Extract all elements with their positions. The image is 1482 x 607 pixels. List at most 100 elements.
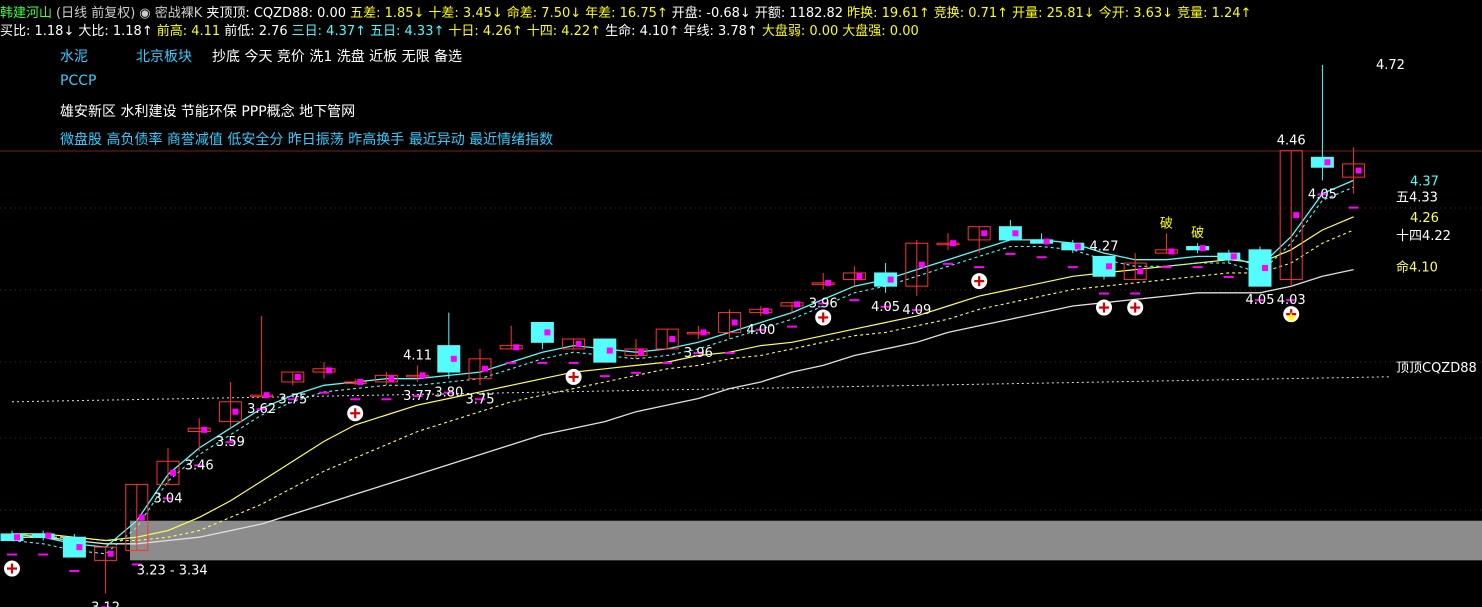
ma14-value-label: 十四4.22 [1396,229,1451,244]
price-label: 4.09 [902,303,931,318]
header-item: 五日: 4.33↑ [370,24,445,39]
header-item: ◉ 密战裸K [139,6,203,21]
ma10-value-label: 4.26 [1410,211,1439,226]
price-label: 破 [1160,216,1173,231]
candle-indicator-square [357,378,364,385]
price-label: 3.59 [216,435,245,450]
candle-indicator-square [981,230,988,237]
header-item: 五差: 1.85↓ [350,6,425,21]
ma5-line-series [11,186,1354,555]
header-item: 竞量: 1.24↑ [1177,6,1252,21]
candle-indicator-square [950,240,956,247]
price-label: 3.77 [403,389,432,404]
candle-indicator-square [76,544,83,551]
header-item: 命差: 7.50↓ [506,6,582,21]
header-item: 竞换: 0.71↑ [933,6,1009,21]
header-item: 韩建河山 [0,6,53,21]
header-item: 开量: 25.81↓ [1012,6,1095,21]
candle-indicator-square [14,534,20,541]
candle-indicator-square [326,367,332,374]
candle-indicator-square [513,344,520,351]
price-label: 3.80 [434,386,463,401]
attribute-tags-row: 微盘股 高负债率 商誉减值 低安全分 昨日振荡 昨高换手 最近异动 最近情绪指数 [60,132,554,148]
candle-indicator-square [1168,248,1175,255]
header-item: 三日: 4.37↑ [291,24,367,39]
indicator-header-line-2: 买比: 1.18↓ 大比: 1.18↑ 前高: 4.11 前低: 2.76 三日: 4.… [0,22,923,42]
concept-tag-pccp[interactable]: PCCP [60,73,96,89]
top-price-label: 4.72 [1376,58,1405,73]
ma3-value-label: 4.37 [1410,174,1439,189]
price-label: 4.05 [1308,187,1337,202]
candle-indicator-square [107,550,114,557]
header-item: 前低: 2.76 [224,24,288,39]
concept-tag-beijing[interactable]: 北京板块 [136,46,192,66]
candle-indicator-square [388,375,395,382]
price-label: 4.11 [403,348,432,363]
price-label: 4.00 [746,323,775,338]
candle-indicator-square [700,329,707,336]
candle-indicator-square [263,392,270,399]
candle-indicator-square [762,307,769,314]
candle-indicator-square [419,372,426,379]
candle-indicator-square [1137,268,1144,275]
candle-indicator-square [1262,264,1268,271]
ma10-line-series [12,216,1354,542]
candle-indicator-square [794,301,800,308]
header-item: 买比: 1.18↓ [0,24,75,39]
price-label: 3.23 - 3.34 [137,563,208,578]
candle-indicator-square [294,374,301,381]
price-label: 3.04 [154,491,183,506]
price-label: 4.03 [1277,293,1306,308]
candle-indicator-square [575,340,582,347]
gray-support-band [130,520,1482,561]
life-value-label: 命4.10 [1396,260,1438,276]
indicator-header-line-1: 韩建河山 (日线 前复权) ◉ 密战裸K 夹顶顶: CQZD88: 0.00 五差: 1… [0,4,1255,24]
candle-indicator-square [606,347,613,354]
candle-indicator-square [1106,263,1112,270]
header-item: 十差: 3.45↓ [428,6,503,21]
header-item: 今开: 3.63↓ [1098,6,1174,21]
header-item: 年线: 3.78↑ [683,24,758,39]
price-label: 3.96 [684,346,713,361]
cqzd88-label: 顶顶CQZD88 [1396,361,1477,376]
concept-tag-cement[interactable]: 水泥 [60,46,88,66]
candle-indicator-square [825,279,832,286]
price-label: 破 [1191,226,1204,241]
candle-indicator-square [482,365,488,372]
candle-indicator-square [1230,253,1237,260]
price-label: 4.27 [1090,239,1119,254]
candle-indicator-square [138,514,145,521]
header-item: 年差: 16.75↑ [585,6,668,21]
header-item: 十日: 4.26↑ [448,24,523,39]
ma14-line-series [12,229,1354,542]
candle-indicator-square [669,336,676,343]
header-item: 前高: 4.11 [156,24,221,39]
candle-indicator-square [887,276,894,283]
ma5-value-label: 五4.33 [1396,191,1438,206]
price-label: 3.75 [466,392,495,407]
price-label: 3.46 [185,458,214,473]
candle-indicator-square [1355,167,1362,174]
candle-indicator-square [201,426,208,433]
price-label: 4.46 [1277,134,1306,149]
life-line-series [12,268,1354,545]
candle-indicator-square [1043,238,1050,245]
candle-indicator-square [731,319,738,326]
header-item: 十四: 4.22↑ [526,24,602,39]
candlestick-chart-svg[interactable]: ★3.123.23 - 3.343.043.463.593.623.754.11… [0,0,1482,607]
header-item: 昨换: 19.61↑ [847,6,930,21]
header-item: 大比: 1.18↑ [78,24,153,39]
price-label: 4.05 [871,300,900,315]
header-item: 大盘弱: 0.00 [761,24,839,39]
price-label: 3.75 [278,392,307,407]
star-icon: ★ [1285,310,1298,326]
stock-chart[interactable]: ★3.123.23 - 3.343.043.463.593.623.754.11… [0,0,1482,607]
candle-indicator-square [856,273,863,280]
candle-indicator-square [45,532,52,539]
ma3-line-series [11,179,1354,548]
candle-indicator-square [450,355,457,362]
price-label: 3.62 [247,402,276,417]
price-label: 3.12 [91,600,120,607]
price-label: 4.05 [1246,293,1275,308]
header-item: 生命: 4.10↑ [605,24,680,39]
